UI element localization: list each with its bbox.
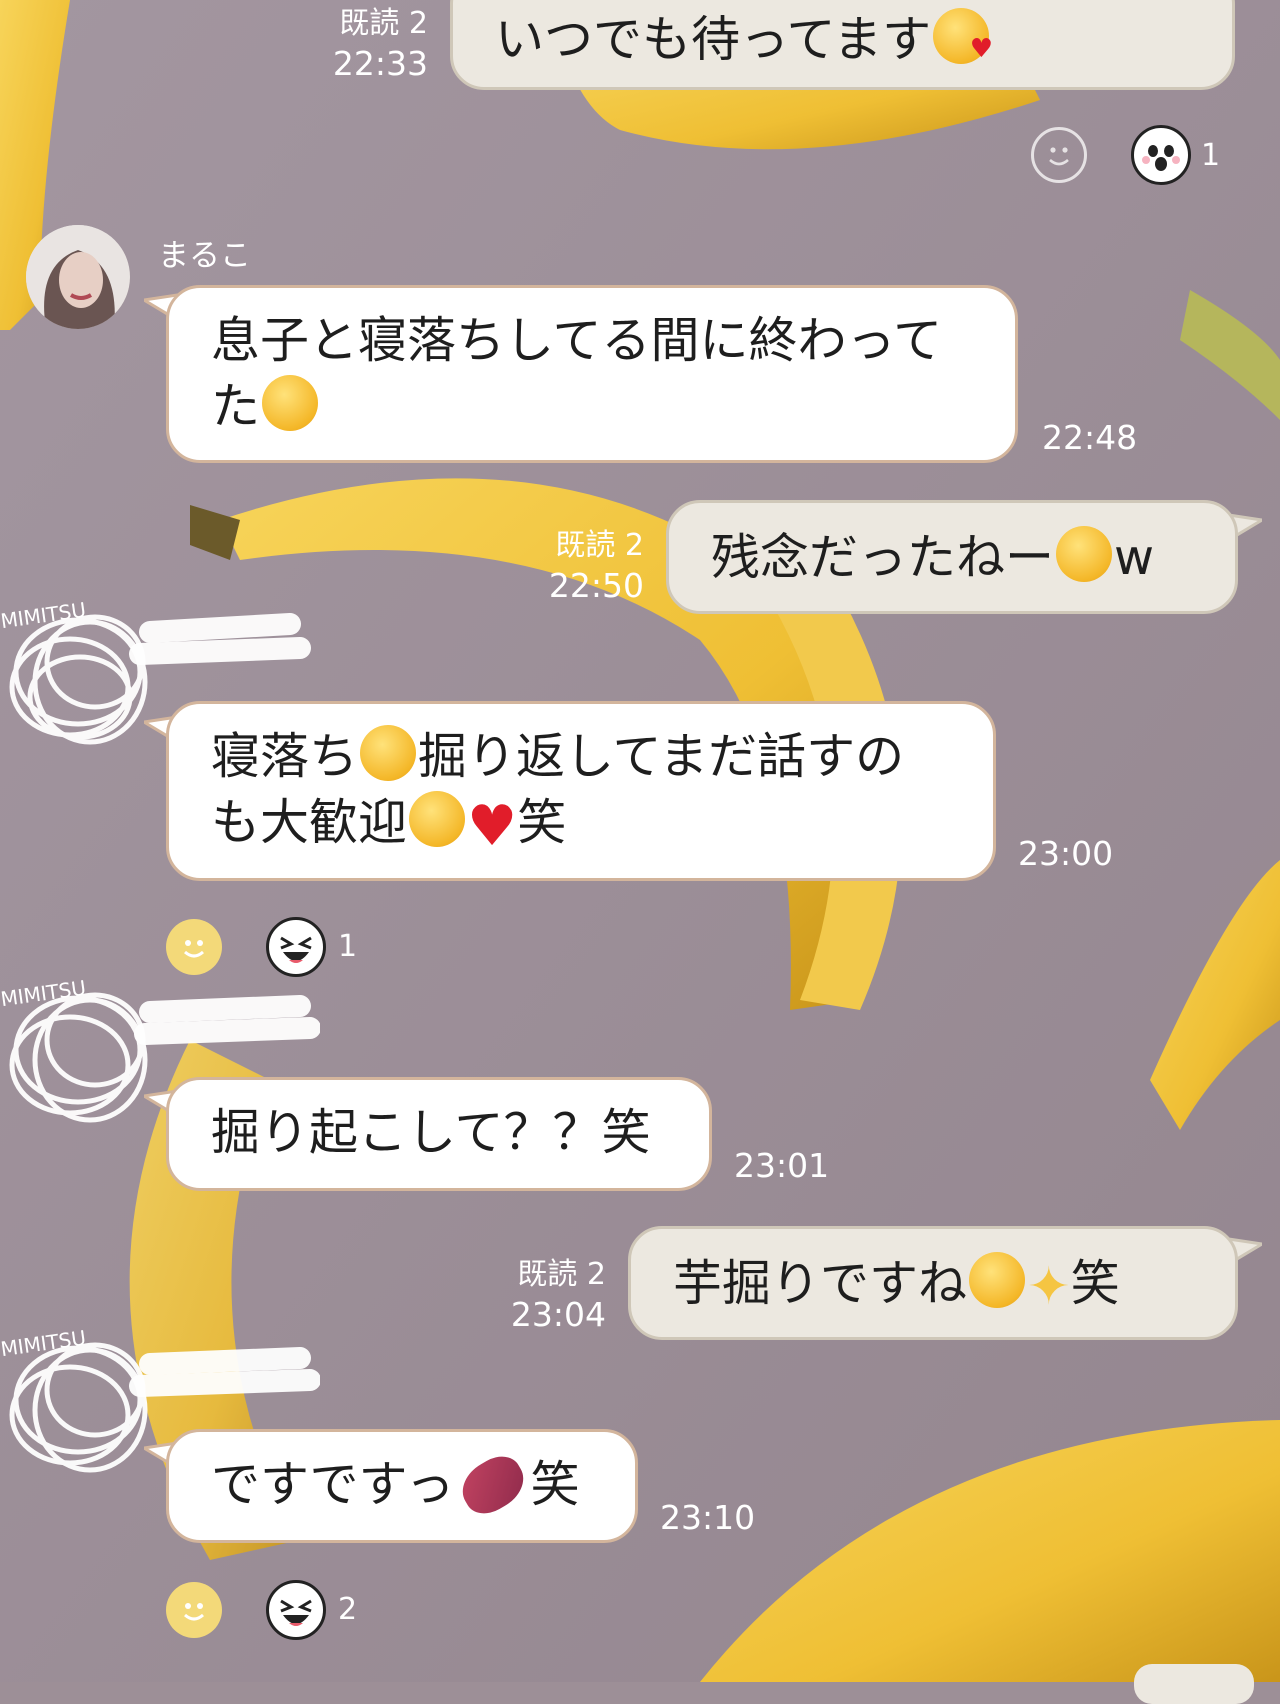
message-meta: 既読 2 23:04 [478,1255,606,1335]
timestamp: 23:10 [660,1498,756,1537]
message-text: 掘り返してまだ話すの [418,728,905,785]
timestamp: 22:33 [332,44,428,83]
read-receipt: 既読 2 [555,528,644,563]
timestamp: 22:50 [548,566,644,605]
sweet-potato-icon [452,1448,533,1522]
smirking-face-icon [969,1252,1026,1308]
laughing-face-icon[interactable] [266,917,326,977]
kissing-face-with-heart-icon: ♥ [933,8,993,64]
message-bubble-incoming[interactable]: 息子と寝落ちしてる間に終わって た [166,285,1018,463]
message-meta: 既読 2 22:50 [516,526,644,606]
reaction-count: 2 [338,1592,358,1627]
message-text: 残念だったねー [711,529,1055,586]
sender-name: まるこ [158,238,251,274]
rofl-face-icon [360,725,417,781]
message-text: 掘り起こして？？笑 [211,1104,651,1161]
smile-add-icon[interactable] [166,1582,222,1638]
message-text: ですですっ [211,1456,455,1513]
message-bubble-outgoing[interactable]: 芋掘りですね ✦笑 [628,1226,1238,1340]
message-text-suffix: w [1114,529,1155,586]
smile-add-icon[interactable] [1031,127,1087,183]
message-text-suffix: 笑 [1070,1255,1120,1312]
laughing-face-icon[interactable] [266,1580,326,1640]
rofl-face-icon [409,791,466,847]
message-text: た [211,378,261,435]
message-text: 芋掘りですね [673,1255,968,1312]
timestamp: 22:48 [1042,418,1138,457]
message-text-suffix: 笑 [530,1456,580,1513]
message-text: 息子と寝落ちしてる間に終わって [211,312,943,369]
sparkles-icon: ✦ [1027,1257,1071,1317]
message-text: も大歓迎 [211,794,408,851]
message-meta: 既読 2 22:33 [300,4,428,84]
message-bubble-outgoing[interactable]: いつでも待ってます ♥ [450,0,1235,90]
message-text: いつでも待ってます [495,11,932,68]
message-text: 寝落ち [211,728,359,785]
message-bubble-incoming[interactable]: 掘り起こして？？笑 [166,1077,712,1191]
heart-icon: ♥ [467,794,518,859]
rofl-face-icon [262,375,319,431]
message-bubble-outgoing[interactable]: 残念だったねー w [666,500,1238,614]
read-receipt: 既読 2 [339,6,428,41]
sticker-face-icon[interactable] [1131,125,1191,185]
timestamp: 23:04 [510,1295,606,1334]
message-bubble-incoming[interactable]: 寝落ち 掘り返してまだ話すの も大歓迎 ♥笑 [166,701,996,881]
reaction-count: 1 [1201,138,1221,173]
message-bubble-incoming[interactable]: ですですっ 笑 [166,1429,638,1543]
reaction-count: 1 [338,929,358,964]
avatar[interactable] [26,225,130,329]
smirking-face-icon [1056,526,1113,582]
timestamp: 23:01 [734,1146,830,1185]
message-text: 笑 [517,794,567,851]
read-receipt: 既読 2 [517,1257,606,1292]
timestamp: 23:00 [1018,834,1114,873]
smile-add-icon[interactable] [166,919,222,975]
scroll-down-button[interactable] [1134,1664,1254,1704]
